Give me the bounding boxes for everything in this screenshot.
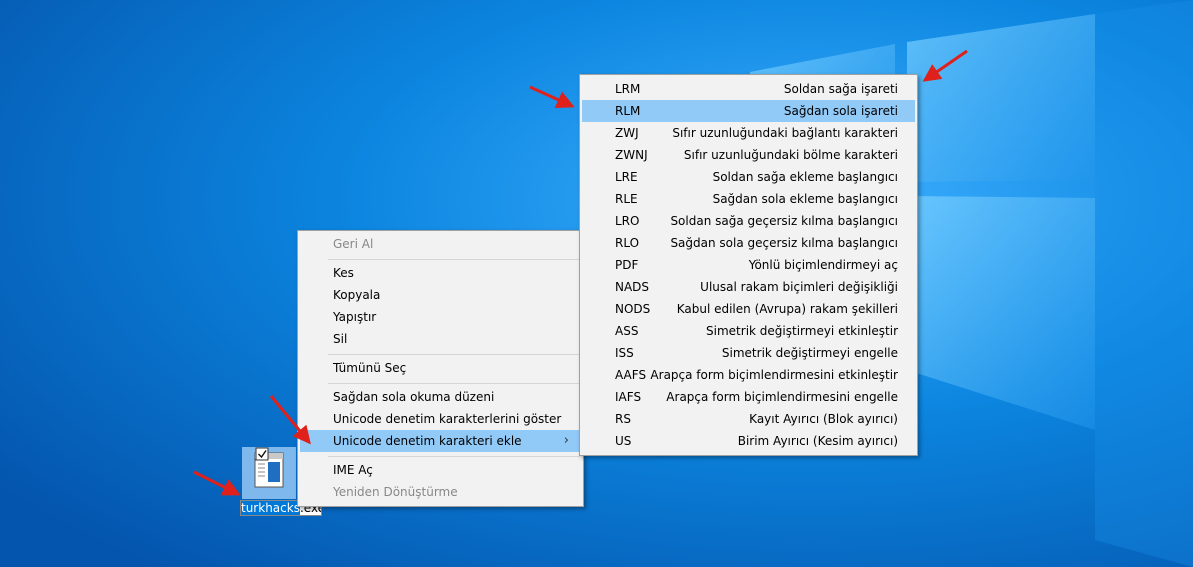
- chevron-right-icon: ›: [563, 433, 569, 448]
- menu-item-cut[interactable]: Kes: [300, 262, 581, 284]
- submenu-item-lro[interactable]: LRO Soldan sağa geçersiz kılma başlangıcı: [582, 210, 915, 232]
- menu-item-undo[interactable]: Geri Al: [300, 233, 581, 255]
- checkbox-icon: [255, 447, 269, 461]
- menu-item-rtl-reading[interactable]: Sağdan sola okuma düzeni: [300, 386, 581, 408]
- submenu-item-desc: Sağdan sola işareti: [783, 104, 898, 118]
- submenu-item-desc: Sağdan sola ekleme başlangıcı: [712, 192, 898, 206]
- file-name-selected: turkhacks: [241, 501, 300, 515]
- submenu-item-desc: Birim Ayırıcı (Kesim ayırıcı): [737, 434, 898, 448]
- menu-item-select-all[interactable]: Tümünü Seç: [300, 357, 581, 379]
- submenu-item-code: ZWJ: [615, 126, 639, 140]
- submenu-item-desc: Kabul edilen (Avrupa) rakam şekilleri: [676, 302, 898, 316]
- application-icon: [254, 447, 284, 488]
- submenu-item-iss[interactable]: ISS Simetrik değiştirmeyi engelle: [582, 342, 915, 364]
- submenu-item-desc: Arapça form biçimlendirmesini etkinleşti…: [650, 368, 898, 382]
- submenu-item-lrm[interactable]: LRM Soldan sağa işareti: [582, 78, 915, 100]
- submenu-item-desc: Simetrik değiştirmeyi etkinleştir: [706, 324, 898, 338]
- menu-item-show-unicode[interactable]: Unicode denetim karakterlerini göster: [300, 408, 581, 430]
- menu-separator: [328, 456, 580, 457]
- submenu-item-ass[interactable]: ASS Simetrik değiştirmeyi etkinleştir: [582, 320, 915, 342]
- submenu-item-zwnj[interactable]: ZWNJ Sıfır uzunluğundaki bölme karakteri: [582, 144, 915, 166]
- menu-item-reconversion[interactable]: Yeniden Dönüştürme: [300, 481, 581, 503]
- submenu-item-desc: Sıfır uzunluğundaki bağlantı karakteri: [672, 126, 898, 140]
- submenu-item-code: LRM: [615, 82, 641, 96]
- menu-item-delete[interactable]: Sil: [300, 328, 581, 350]
- submenu-item-desc: Sağdan sola geçersiz kılma başlangıcı: [670, 236, 898, 250]
- submenu-item-iafs[interactable]: IAFS Arapça form biçimlendirmesini engell…: [582, 386, 915, 408]
- submenu-item-code: NADS: [615, 280, 650, 294]
- submenu-item-code: NODS: [615, 302, 651, 316]
- menu-item-copy[interactable]: Kopyala: [300, 284, 581, 306]
- menu-item-insert-unicode-label: Unicode denetim karakteri ekle: [333, 434, 522, 448]
- submenu-item-rlm[interactable]: RLM Sağdan sola işareti: [582, 100, 915, 122]
- submenu-item-desc: Kayıt Ayırıcı (Blok ayırıcı): [749, 412, 898, 426]
- submenu-item-desc: Soldan sağa işareti: [783, 82, 898, 96]
- submenu-item-rlo[interactable]: RLO Sağdan sola geçersiz kılma başlangıcı: [582, 232, 915, 254]
- exe-file-icon[interactable]: [242, 447, 296, 499]
- submenu-item-desc: Yönlü biçimlendirmeyi aç: [748, 258, 898, 272]
- submenu-item-desc: Soldan sağa geçersiz kılma başlangıcı: [670, 214, 898, 228]
- submenu-item-code: LRO: [615, 214, 640, 228]
- submenu-item-code: LRE: [615, 170, 638, 184]
- submenu-item-code: RLM: [615, 104, 641, 118]
- menu-item-paste[interactable]: Yapıştır: [300, 306, 581, 328]
- menu-separator: [328, 354, 580, 355]
- submenu-item-code: IAFS: [615, 390, 642, 404]
- submenu-item-code: ZWNJ: [615, 148, 648, 162]
- submenu-item-desc: Sıfır uzunluğundaki bölme karakteri: [683, 148, 898, 162]
- submenu-item-zwj[interactable]: ZWJ Sıfır uzunluğundaki bağlantı karakter…: [582, 122, 915, 144]
- submenu-item-pdf[interactable]: PDF Yönlü biçimlendirmeyi aç: [582, 254, 915, 276]
- unicode-control-submenu: LRM Soldan sağa işareti RLM Sağdan sola iş…: [579, 74, 918, 456]
- menu-separator: [328, 383, 580, 384]
- menu-item-insert-unicode[interactable]: Unicode denetim karakteri ekle ›: [300, 430, 581, 452]
- context-menu: Geri Al Kes Kopyala Yapıştır Sil Tümünü …: [297, 230, 584, 507]
- submenu-item-code: RLO: [615, 236, 640, 250]
- submenu-item-desc: Arapça form biçimlendirmesini engelle: [666, 390, 898, 404]
- submenu-item-desc: Ulusal rakam biçimleri değişikliği: [700, 280, 898, 294]
- menu-separator: [328, 259, 580, 260]
- submenu-item-nads[interactable]: NADS Ulusal rakam biçimleri değişikliği: [582, 276, 915, 298]
- submenu-item-rle[interactable]: RLE Sağdan sola ekleme başlangıcı: [582, 188, 915, 210]
- submenu-item-desc: Simetrik değiştirmeyi engelle: [721, 346, 898, 360]
- submenu-item-code: RLE: [615, 192, 638, 206]
- submenu-item-code: RS: [615, 412, 631, 426]
- submenu-item-code: ASS: [615, 324, 639, 338]
- submenu-item-code: ISS: [615, 346, 634, 360]
- submenu-item-nods[interactable]: NODS Kabul edilen (Avrupa) rakam şekiller…: [582, 298, 915, 320]
- submenu-item-desc: Soldan sağa ekleme başlangıcı: [712, 170, 898, 184]
- submenu-item-us[interactable]: US Birim Ayırıcı (Kesim ayırıcı): [582, 430, 915, 452]
- menu-item-ime-open[interactable]: IME Aç: [300, 459, 581, 481]
- submenu-item-lre[interactable]: LRE Soldan sağa ekleme başlangıcı: [582, 166, 915, 188]
- submenu-item-code: US: [615, 434, 632, 448]
- submenu-item-code: AAFS: [615, 368, 647, 382]
- submenu-item-code: PDF: [615, 258, 639, 272]
- submenu-item-aafs[interactable]: AAFS Arapça form biçimlendirmesini etkinl…: [582, 364, 915, 386]
- submenu-item-rs[interactable]: RS Kayıt Ayırıcı (Blok ayırıcı): [582, 408, 915, 430]
